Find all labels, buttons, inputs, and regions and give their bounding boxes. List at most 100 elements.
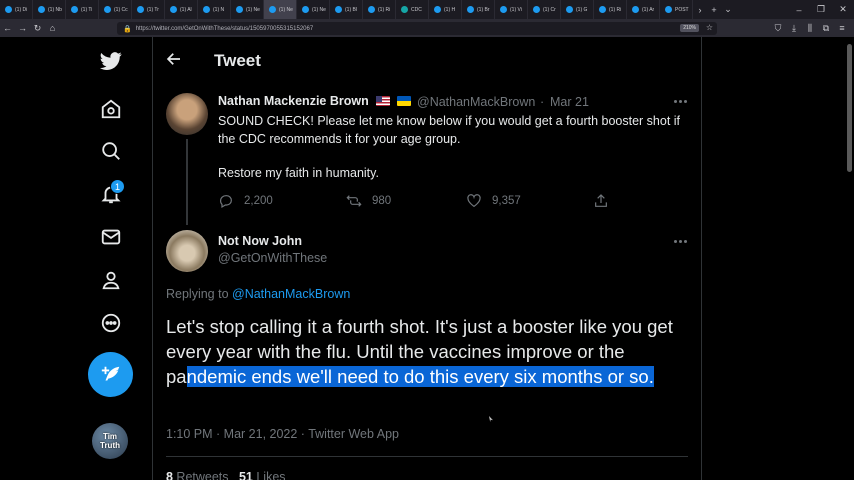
browser-tab[interactable]: (1) Ne [297,0,330,19]
twitter-logo-icon[interactable] [96,46,126,76]
pocket-icon[interactable]: ⛉ [772,23,784,34]
compose-tweet-button[interactable] [88,352,133,397]
main-tweet-more-button[interactable] [669,234,691,248]
main-tweet-avatar[interactable] [166,230,208,272]
main-tweet-text-selected: ndemic ends we'll need to do this every … [186,366,654,387]
arrow-left-icon [166,53,180,65]
browser-tab[interactable]: (1) Tr [132,0,165,19]
more-options-circle-icon[interactable] [96,308,126,338]
heart-icon [467,194,481,208]
reload-button[interactable]: ↻ [30,23,45,34]
lock-icon: 🔒 [123,25,132,33]
back-arrow-button[interactable] [163,48,185,70]
main-tweet-text: Let's stop calling it a fourth shot. It'… [166,314,694,389]
retweets-stat-count[interactable]: 8 [166,470,173,480]
address-bar[interactable]: 🔒 https://twitter.com/GetOnWithThese/sta… [117,22,717,35]
reply-action[interactable]: 2,200 [218,193,273,209]
tab-title: (1) Nb [48,6,62,13]
tab-favicon-icon [5,6,12,13]
replying-to-link[interactable]: @NathanMackBrown [232,287,350,301]
us-flag-icon [376,96,390,106]
parent-tweet-handle[interactable]: @NathanMackBrown [417,95,535,109]
zoom-level-badge[interactable]: 210% [680,24,699,32]
browser-toolbar-right: ⛉ ⤓ ⫼ ⧉ ≡ [772,19,848,37]
profile-icon[interactable] [96,265,126,295]
tab-title: (1) Ne [312,6,326,13]
minimize-button[interactable]: – [788,0,810,19]
more-dots-icon [673,239,677,243]
tab-favicon-icon [71,6,78,13]
tab-list-icon[interactable]: ⌄ [721,4,735,15]
browser-tab[interactable]: CDC [396,0,429,19]
tab-favicon-icon [269,6,276,13]
maximize-button[interactable]: ❐ [810,0,832,19]
downloads-icon[interactable]: ⤓ [788,23,800,34]
browser-tab[interactable]: (1) Ti [66,0,99,19]
browser-tab[interactable]: (1) H [429,0,462,19]
browser-tab[interactable]: (1) Br [462,0,495,19]
tab-title: (1) Al [180,6,192,13]
page-scrollbar[interactable] [847,44,852,480]
forward-button[interactable]: → [15,23,30,33]
account-avatar[interactable]: Tim Truth [92,423,128,459]
search-icon[interactable] [96,136,126,166]
close-window-button[interactable]: ✕ [832,0,854,19]
browser-tab[interactable]: (1) Di [0,0,33,19]
tab-favicon-icon [599,6,606,13]
main-tweet-author-name[interactable]: Not Now John [218,234,302,248]
likes-stat-count[interactable]: 51 [239,470,253,480]
tab-title: (1) Cr [543,6,556,13]
bookmark-star-icon[interactable]: ☆ [706,23,713,32]
tab-favicon-icon [104,6,111,13]
browser-tab[interactable]: (1) Ri [594,0,627,19]
retweet-icon [346,195,362,207]
tab-favicon-icon [566,6,573,13]
tab-favicon-icon [38,6,45,13]
retweets-stat-label: Retweets [172,470,229,480]
browser-tab[interactable]: (1) Cr [528,0,561,19]
tab-strip: (1) Di (1) Nb (1) Ti (1) Cc (1) Tr (1) Al (1) … [0,0,854,19]
browser-tab[interactable]: (1) Nb [33,0,66,19]
browser-tab[interactable]: POST [660,0,693,19]
like-action[interactable]: 9,357 [466,193,521,209]
explore-home-icon[interactable] [96,94,126,124]
messages-envelope-icon[interactable] [96,222,126,252]
retweet-action[interactable]: 980 [346,193,391,209]
parent-tweet-date[interactable]: Mar 21 [550,95,589,109]
extensions-icon[interactable]: ⧉ [820,23,832,34]
browser-tab[interactable]: (1) G [561,0,594,19]
tab-favicon-icon [500,6,507,13]
browser-tab[interactable]: (1) Ne [231,0,264,19]
browser-tab[interactable]: (1) Vi [495,0,528,19]
home-button[interactable]: ⌂ [45,23,60,33]
tab-title: (1) Tr [147,6,159,13]
main-tweet-handle[interactable]: @GetOnWithThese [218,251,327,265]
back-button[interactable]: ← [0,23,15,33]
tab-scroll-right-icon[interactable]: › [693,5,707,15]
main-tweet-timestamp[interactable]: 1:10 PM · Mar 21, 2022 · Twitter Web App [166,427,399,441]
browser-tab[interactable]: (1) Ne [264,0,297,19]
tab-favicon-icon [632,6,639,13]
parent-tweet-avatar[interactable] [166,93,208,135]
tab-favicon-icon [335,6,342,13]
library-icon[interactable]: ⫼ [804,23,816,34]
likes-stat-label: Likes [252,470,286,480]
menu-icon[interactable]: ≡ [836,23,848,33]
new-tab-button[interactable]: + [707,5,721,15]
browser-tab[interactable]: (1) Al [165,0,198,19]
parent-tweet-author-name[interactable]: Nathan Mackenzie Brown [218,94,369,108]
tab-favicon-icon [665,6,672,13]
replying-to-line: Replying to @NathanMackBrown [166,287,350,301]
parent-tweet-text-line1: SOUND CHECK! Please let me know below if… [218,114,681,146]
scrollbar-thumb[interactable] [847,44,852,172]
tab-favicon-icon [170,6,177,13]
browser-tab[interactable]: (1) Bl [330,0,363,19]
browser-tab[interactable]: (1) N [198,0,231,19]
share-action[interactable] [593,193,609,209]
browser-tab[interactable]: (1) Ar [627,0,660,19]
browser-tab[interactable]: (1) Cc [99,0,132,19]
tab-favicon-icon [434,6,441,13]
parent-tweet-more-button[interactable] [669,94,691,108]
browser-tab[interactable]: (1) Ri [363,0,396,19]
tab-title: (1) Cc [114,6,128,13]
